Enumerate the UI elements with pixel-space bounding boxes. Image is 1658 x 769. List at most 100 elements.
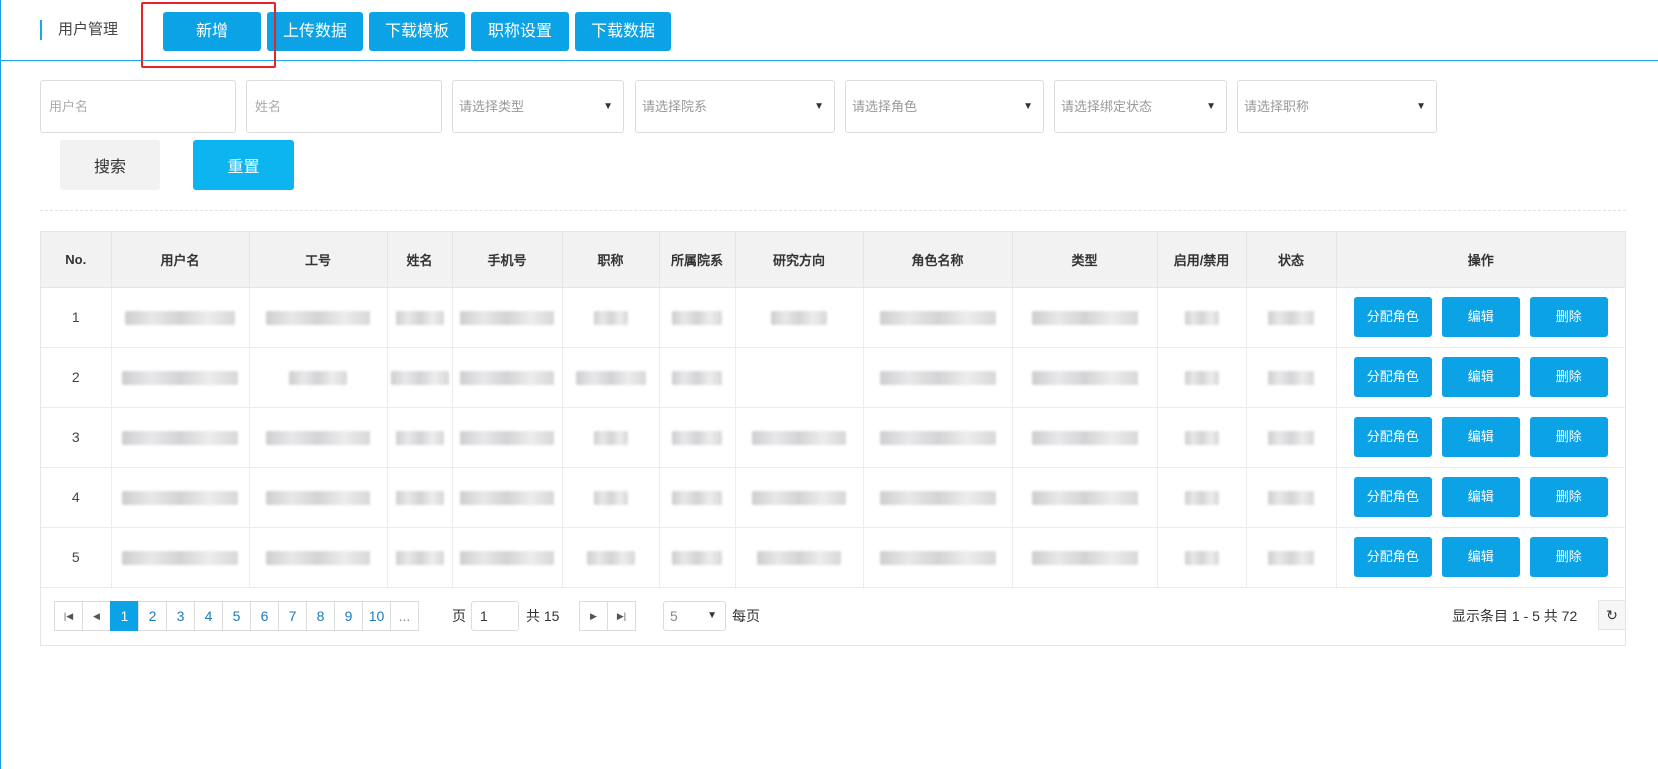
page-number[interactable]: 7 [278, 601, 307, 631]
redacted-cell [387, 527, 453, 588]
add-button[interactable]: 新增 [163, 12, 261, 51]
page-number[interactable]: 4 [194, 601, 223, 631]
edit-button[interactable]: 编辑 [1441, 357, 1520, 397]
redacted-value [390, 371, 449, 386]
download-template-button[interactable]: 下载模板 [369, 12, 465, 51]
delete-button[interactable]: 删除 [1529, 297, 1608, 337]
assign-role-button[interactable]: 分配角色 [1353, 417, 1432, 457]
delete-button[interactable]: 删除 [1529, 537, 1608, 577]
page-ellipsis[interactable]: ... [390, 601, 419, 631]
redacted-value [879, 491, 996, 506]
role-select[interactable]: 请选择角色 ▼ [845, 80, 1044, 133]
redacted-value [1268, 551, 1314, 566]
page-jump-input[interactable] [471, 601, 519, 631]
column-header: 启用/禁用 [1157, 232, 1247, 288]
page-number[interactable]: 8 [306, 601, 335, 631]
page-number[interactable]: 2 [138, 601, 167, 631]
edit-button[interactable]: 编辑 [1441, 477, 1520, 517]
last-page-icon[interactable]: ▶| [607, 601, 636, 631]
total-pages-label: 共 15 [526, 608, 560, 624]
caret-down-icon: ▼ [1206, 101, 1216, 112]
bind-status-select[interactable]: 请选择绑定状态 ▼ [1054, 80, 1227, 133]
table-row: 1 分配角色 编辑 删除 [41, 287, 1625, 348]
redacted-cell [735, 287, 864, 348]
record-summary: 显示条目 1 - 5 共 72 [1452, 608, 1578, 624]
job-title-select[interactable]: 请选择职称 ▼ [1237, 80, 1437, 133]
redacted-value [593, 431, 628, 446]
redacted-cell [562, 527, 660, 588]
delete-button[interactable]: 删除 [1529, 417, 1608, 457]
redacted-value [752, 491, 846, 506]
redacted-cell [659, 467, 736, 528]
assign-role-button[interactable]: 分配角色 [1353, 537, 1432, 577]
edit-button[interactable]: 编辑 [1441, 537, 1520, 577]
edit-button[interactable]: 编辑 [1441, 297, 1520, 337]
redacted-cell [863, 407, 1013, 468]
redacted-value [672, 551, 722, 566]
assign-role-button[interactable]: 分配角色 [1353, 297, 1432, 337]
redacted-value [395, 491, 444, 506]
page-number[interactable]: 10 [362, 601, 391, 631]
redacted-cell [1012, 467, 1158, 528]
redacted-cell [111, 287, 250, 348]
delete-button[interactable]: 删除 [1529, 357, 1608, 397]
next-page-icon[interactable]: ▶ [579, 601, 608, 631]
delete-button[interactable]: 删除 [1529, 477, 1608, 517]
prev-page-icon[interactable]: ◀ [82, 601, 111, 631]
redacted-cell [1157, 287, 1247, 348]
redacted-value [1184, 491, 1219, 506]
redacted-cell [387, 467, 453, 528]
search-button[interactable]: 搜索 [60, 140, 160, 190]
row-actions: 分配角色 编辑 删除 [1336, 527, 1625, 588]
redacted-cell [659, 527, 736, 588]
redacted-value [122, 371, 238, 386]
redacted-value [672, 371, 722, 386]
page-number[interactable]: 5 [222, 601, 251, 631]
assign-role-button[interactable]: 分配角色 [1353, 477, 1432, 517]
redacted-value [752, 431, 846, 446]
department-select[interactable]: 请选择院系 ▼ [635, 80, 835, 133]
assign-role-button[interactable]: 分配角色 [1353, 357, 1432, 397]
redacted-value [1268, 311, 1314, 326]
upload-data-button[interactable]: 上传数据 [267, 12, 363, 51]
title-settings-button[interactable]: 职称设置 [471, 12, 569, 51]
redacted-value [460, 371, 554, 386]
redacted-cell [387, 287, 453, 348]
redacted-value [122, 431, 238, 446]
redacted-cell [452, 467, 563, 528]
redacted-cell [1246, 287, 1337, 348]
reset-button[interactable]: 重置 [193, 140, 294, 190]
redacted-value [266, 311, 370, 326]
redacted-value [122, 551, 238, 566]
edit-button[interactable]: 编辑 [1441, 417, 1520, 457]
redacted-cell [562, 407, 660, 468]
page-number[interactable]: 3 [166, 601, 195, 631]
redacted-cell [735, 347, 864, 408]
redacted-cell [452, 527, 563, 588]
row-actions: 分配角色 编辑 删除 [1336, 407, 1625, 468]
redacted-cell [1157, 407, 1247, 468]
download-data-button[interactable]: 下载数据 [575, 12, 671, 51]
row-number: 5 [41, 527, 112, 588]
redacted-cell [249, 527, 388, 588]
page-number[interactable]: 1 [110, 601, 139, 631]
redacted-value [1184, 431, 1219, 446]
page-number[interactable]: 6 [250, 601, 279, 631]
name-input[interactable] [246, 80, 442, 133]
table-row: 4 分配角色 编辑 删除 [41, 467, 1625, 528]
type-select[interactable]: 请选择类型 ▼ [452, 80, 624, 133]
row-actions: 分配角色 编辑 删除 [1336, 347, 1625, 408]
column-header: 职称 [562, 232, 660, 288]
first-page-icon[interactable]: |◀ [54, 601, 83, 631]
username-input[interactable] [40, 80, 236, 133]
row-number: 3 [41, 407, 112, 468]
row-number: 1 [41, 287, 112, 348]
redacted-cell [387, 407, 453, 468]
redacted-cell [111, 527, 250, 588]
refresh-icon[interactable]: ↻ [1598, 600, 1626, 630]
redacted-cell [1012, 287, 1158, 348]
redacted-cell [1246, 407, 1337, 468]
page-title: 用户管理 [40, 20, 118, 40]
page-number[interactable]: 9 [334, 601, 363, 631]
page-size-select[interactable]: 5 ▼ [663, 601, 726, 631]
